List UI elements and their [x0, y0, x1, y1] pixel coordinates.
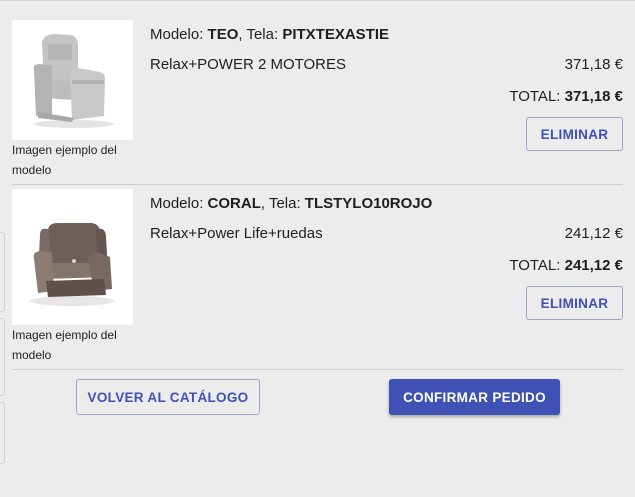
- total-value: 241,12 €: [564, 257, 623, 274]
- model-line: Modelo: CORAL, Tela: TLSTYLO10ROJO: [150, 195, 432, 212]
- product-description: Relax+Power Life+ruedas: [150, 225, 323, 242]
- image-caption: Imagen ejemplo del modelo: [12, 328, 117, 362]
- item-price: 371,18 €: [564, 56, 623, 73]
- item-price: 241,12 €: [564, 225, 623, 242]
- cart-item: Imagen ejemplo del modelo Modelo: TEO, T…: [12, 20, 623, 180]
- taupe-recliner-chair-icon: [12, 189, 133, 325]
- model-name: TEO: [207, 26, 239, 43]
- model-line: Modelo: TEO, Tela: PITXTEXASTIE: [150, 26, 389, 43]
- fabric-label: , Tela:: [260, 195, 305, 212]
- product-image: [12, 20, 133, 140]
- remove-item-button[interactable]: ELIMINAR: [526, 286, 623, 320]
- remove-item-button[interactable]: ELIMINAR: [526, 117, 623, 151]
- top-divider: [0, 0, 635, 1]
- total-label: TOTAL:: [509, 257, 565, 274]
- item-divider: [12, 184, 623, 185]
- fabric-label: , Tela:: [238, 26, 283, 43]
- total-label: TOTAL:: [509, 88, 565, 105]
- side-panel-tab: [0, 402, 5, 464]
- item-total: TOTAL: 241,12 €: [509, 257, 623, 274]
- fabric-code: TLSTYLO10ROJO: [304, 195, 433, 212]
- confirm-order-button[interactable]: CONFIRMAR PEDIDO: [389, 379, 560, 415]
- model-label: Modelo:: [150, 195, 208, 212]
- grey-recliner-chair-icon: [12, 20, 133, 140]
- model-label: Modelo:: [150, 26, 208, 43]
- item-divider: [12, 369, 623, 370]
- image-caption: Imagen ejemplo del modelo: [12, 143, 117, 177]
- total-value: 371,18 €: [564, 88, 623, 105]
- side-panel-tab: [0, 318, 5, 396]
- cart-item: Imagen ejemplo del modelo Modelo: CORAL,…: [12, 189, 623, 369]
- fabric-code: PITXTEXASTIE: [282, 26, 389, 43]
- product-image: [12, 189, 133, 325]
- back-to-catalog-button[interactable]: VOLVER AL CATÁLOGO: [76, 379, 260, 415]
- side-panel-tab: [0, 232, 5, 312]
- model-name: CORAL: [207, 195, 261, 212]
- product-description: Relax+POWER 2 MOTORES: [150, 56, 347, 73]
- item-total: TOTAL: 371,18 €: [509, 88, 623, 105]
